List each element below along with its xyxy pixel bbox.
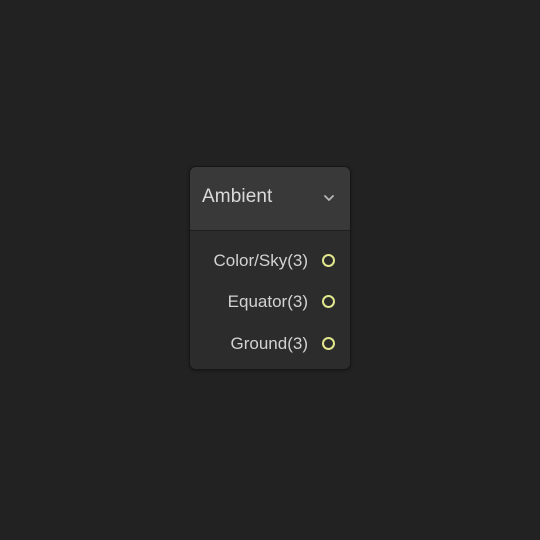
port-label: Color/Sky(3) [213,251,308,270]
port-label: Equator(3) [227,292,308,311]
port-slot-icon[interactable] [322,337,335,350]
graph-canvas[interactable]: Ambient Color/Sky(3) Equator(3) Ground(3… [0,0,540,540]
output-port-color-sky: Color/Sky(3) [190,249,350,273]
output-port-equator: Equator(3) [190,290,350,314]
ambient-node[interactable]: Ambient Color/Sky(3) Equator(3) Ground(3… [189,166,351,370]
node-header[interactable]: Ambient [190,167,350,231]
port-label: Ground(3) [230,334,308,353]
collapse-button[interactable] [322,191,336,205]
node-title: Ambient [202,186,273,207]
port-slot-icon[interactable] [322,295,335,308]
output-port-ground: Ground(3) [190,332,350,356]
chevron-down-icon [324,195,334,201]
port-slot-icon[interactable] [322,254,335,267]
